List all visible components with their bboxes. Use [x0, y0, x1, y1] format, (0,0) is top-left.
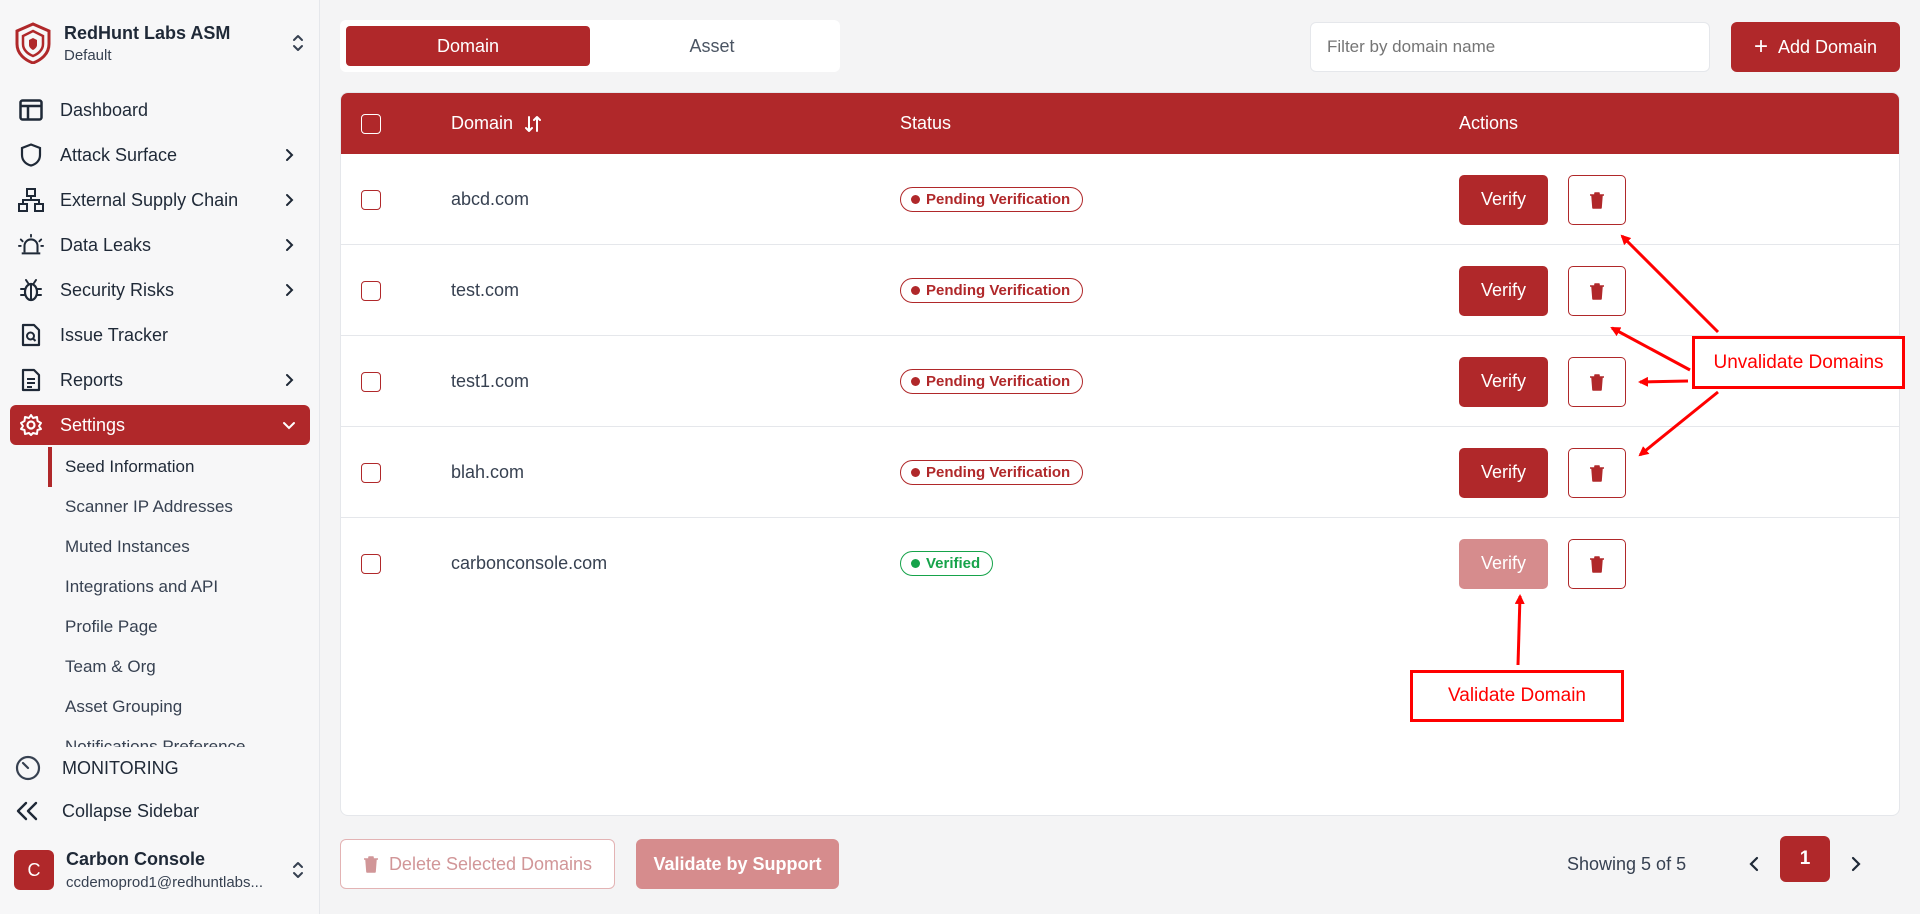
- arrow-to-verified-verify: [1514, 594, 1525, 666]
- annotation-arrows: [1514, 234, 1720, 666]
- annotation-unvalidate-domains: Unvalidate Domains: [1692, 336, 1905, 389]
- arrow-to-row4: [1638, 390, 1719, 457]
- annotation-validate-domain: Validate Domain: [1410, 670, 1624, 722]
- arrow-to-row1: [1620, 234, 1720, 334]
- arrow-to-row3: [1638, 376, 1689, 387]
- arrow-to-row2: [1610, 326, 1691, 372]
